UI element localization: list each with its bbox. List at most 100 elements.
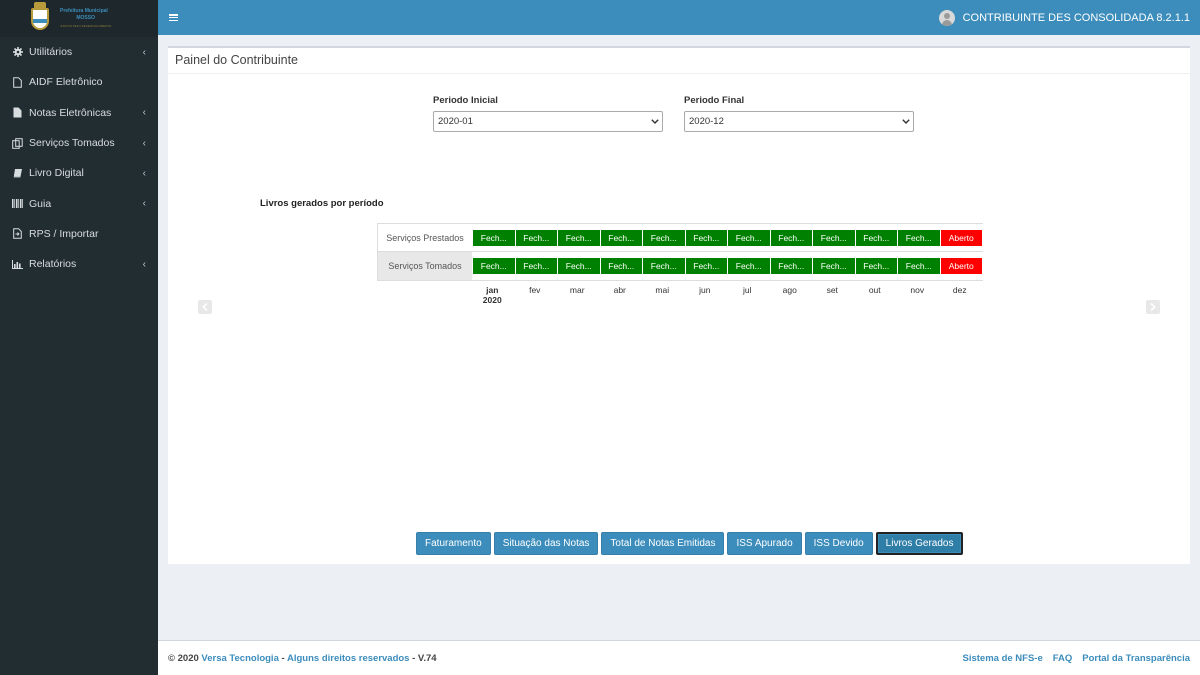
total-notas-button[interactable]: Total de Notas Emitidas xyxy=(601,532,725,555)
faturamento-button[interactable]: Faturamento xyxy=(416,532,491,555)
status-cell-closed[interactable]: Fech... xyxy=(898,229,940,246)
status-cell-closed[interactable]: Fech... xyxy=(685,229,727,246)
start-period-label: Periodo Inicial xyxy=(433,95,498,106)
status-cell-closed[interactable]: Fech... xyxy=(813,229,855,246)
sidebar-item-relatorios[interactable]: Relatórios ‹ xyxy=(0,249,158,279)
sidebar-item-label: Notas Eletrônicas xyxy=(29,106,112,119)
status-cell-closed[interactable]: Fech... xyxy=(728,258,770,274)
chevron-left-icon: ‹ xyxy=(142,258,146,270)
end-period-select[interactable]: 2020-12 xyxy=(684,111,914,132)
user-menu[interactable]: CONTRIBUINTE DES CONSOLIDADA 8.2.1.1 xyxy=(938,9,1190,26)
status-cell-closed[interactable]: Fech... xyxy=(515,229,557,246)
faq-link[interactable]: FAQ xyxy=(1053,653,1073,664)
status-cell-open[interactable]: Aberto xyxy=(940,229,982,246)
status-cell-closed[interactable]: Fech... xyxy=(473,258,515,274)
month-label: dez xyxy=(952,285,967,295)
logo-line-2: MOSSO xyxy=(76,15,95,21)
iss-devido-button[interactable]: ISS Devido xyxy=(804,532,873,555)
status-cell-open[interactable]: Aberto xyxy=(940,258,982,274)
sidebar-item-servicos-tomados[interactable]: Serviços Tomados ‹ xyxy=(0,128,158,158)
status-cell-closed[interactable]: Fech... xyxy=(855,229,897,246)
status-cell-closed[interactable]: Fech... xyxy=(558,258,600,274)
iss-apurado-button[interactable]: ISS Apurado xyxy=(727,532,802,555)
avatar xyxy=(938,9,955,26)
import-file-icon xyxy=(12,228,23,240)
timeline-row: Serviços Tomados Fech... Fech... Fech... Fe… xyxy=(377,252,983,280)
dashboard-tabs: Faturamento Situação das Notas Total de … xyxy=(416,532,966,555)
month-label: out xyxy=(868,285,881,295)
book-icon xyxy=(12,168,23,179)
top-navbar: CONTRIBUINTE DES CONSOLIDADA 8.2.1.1 xyxy=(158,0,1200,35)
sidebar-item-notas-eletronicas[interactable]: Notas Eletrônicas ‹ xyxy=(0,98,158,128)
chevron-down-icon xyxy=(899,119,913,124)
bar-chart-icon xyxy=(12,259,23,270)
month-tick: jun xyxy=(684,285,727,305)
livros-gerados-button[interactable]: Livros Gerados xyxy=(875,532,964,555)
end-period-field: Periodo Final 2020-12 xyxy=(684,95,914,132)
status-cell-closed[interactable]: Fech... xyxy=(685,258,727,274)
timeline-prev-button[interactable] xyxy=(198,300,212,314)
chevron-left-icon: ‹ xyxy=(142,198,146,210)
sidebar-item-guia[interactable]: Guia ‹ xyxy=(0,188,158,218)
sidebar-item-label: RPS / Importar xyxy=(29,227,99,240)
month-label: jun xyxy=(699,285,711,295)
month-tick: out xyxy=(854,285,897,305)
end-period-value: 2020-12 xyxy=(689,116,724,127)
logo-line-3: JUNTOS PELO DESENVOLVIMENTO xyxy=(60,24,112,28)
footer-copyright: © 2020 Versa Tecnologia - Alguns direito… xyxy=(168,653,437,664)
status-cell-closed[interactable]: Fech... xyxy=(813,258,855,274)
month-label: fev xyxy=(529,285,541,295)
page-title: Painel do Contribuinte xyxy=(168,48,1190,74)
month-label: ago xyxy=(782,285,797,295)
sidebar-item-rps-importar[interactable]: RPS / Importar xyxy=(0,219,158,249)
status-cell-closed[interactable]: Fech... xyxy=(643,258,685,274)
status-cell-closed[interactable]: Fech... xyxy=(770,229,812,246)
start-period-field: Periodo Inicial 2020-01 xyxy=(433,95,663,132)
status-cell-closed[interactable]: Fech... xyxy=(473,229,515,246)
transparency-link[interactable]: Portal da Transparência xyxy=(1082,653,1190,664)
footer: © 2020 Versa Tecnologia - Alguns direito… xyxy=(158,640,1200,675)
company-link[interactable]: Versa Tecnologia xyxy=(201,653,278,664)
status-cell-closed[interactable]: Fech... xyxy=(898,258,940,274)
gear-icon xyxy=(12,47,23,58)
month-tick: dez xyxy=(939,285,982,305)
timeline-title: Livros gerados por período xyxy=(260,198,384,209)
dashboard-panel: Painel do Contribuinte Periodo Inicial 2… xyxy=(168,46,1190,564)
sidebar-item-utilitarios[interactable]: Utilitários ‹ xyxy=(0,37,158,67)
status-cell-closed[interactable]: Fech... xyxy=(770,258,812,274)
month-label: mar xyxy=(569,285,585,295)
rights-link[interactable]: Alguns direitos reservados xyxy=(287,653,409,664)
status-cell-closed[interactable]: Fech... xyxy=(728,229,770,246)
sidebar-item-label: Guia xyxy=(29,197,52,210)
month-label: jul xyxy=(742,285,752,295)
status-cell-closed[interactable]: Fech... xyxy=(515,258,557,274)
month-tick: mai xyxy=(641,285,684,305)
sidebar-item-label: AIDF Eletrônico xyxy=(29,76,103,89)
status-cell-closed[interactable]: Fech... xyxy=(600,258,642,274)
footer-separator: - xyxy=(281,652,285,664)
status-cell-closed[interactable]: Fech... xyxy=(643,229,685,246)
start-period-select[interactable]: 2020-01 xyxy=(433,111,663,132)
status-cell-closed[interactable]: Fech... xyxy=(855,258,897,274)
chevron-left-icon: ‹ xyxy=(142,107,146,119)
end-period-label: Periodo Final xyxy=(684,95,745,106)
timeline-next-button[interactable] xyxy=(1146,300,1160,314)
user-name: CONTRIBUINTE DES CONSOLIDADA 8.2.1.1 xyxy=(962,11,1190,24)
status-cell-closed[interactable]: Fech... xyxy=(558,229,600,246)
month-tick: ago xyxy=(769,285,812,305)
file-icon xyxy=(12,77,23,88)
sidebar-item-livro-digital[interactable]: Livro Digital ‹ xyxy=(0,158,158,188)
nfse-link[interactable]: Sistema de NFS-e xyxy=(963,653,1043,664)
timeline-row-label: Serviços Prestados xyxy=(386,232,464,243)
copy-icon xyxy=(12,137,23,149)
logo[interactable]: Prefeitura Municipal MOSSO JUNTOS PELO D… xyxy=(0,0,158,37)
status-cell-closed[interactable]: Fech... xyxy=(600,229,642,246)
menu-toggle-icon[interactable] xyxy=(169,14,178,21)
sidebar-item-aidf[interactable]: AIDF Eletrônico xyxy=(0,67,158,97)
month-tick: jan 2020 xyxy=(471,285,514,305)
situacao-notas-button[interactable]: Situação das Notas xyxy=(493,532,599,555)
chevron-right-icon xyxy=(1150,303,1156,311)
logo-line-1: Prefeitura Municipal xyxy=(60,8,108,14)
month-label: nov xyxy=(910,285,925,295)
footer-links: Sistema de NFS-e FAQ Portal da Transparê… xyxy=(963,653,1191,664)
